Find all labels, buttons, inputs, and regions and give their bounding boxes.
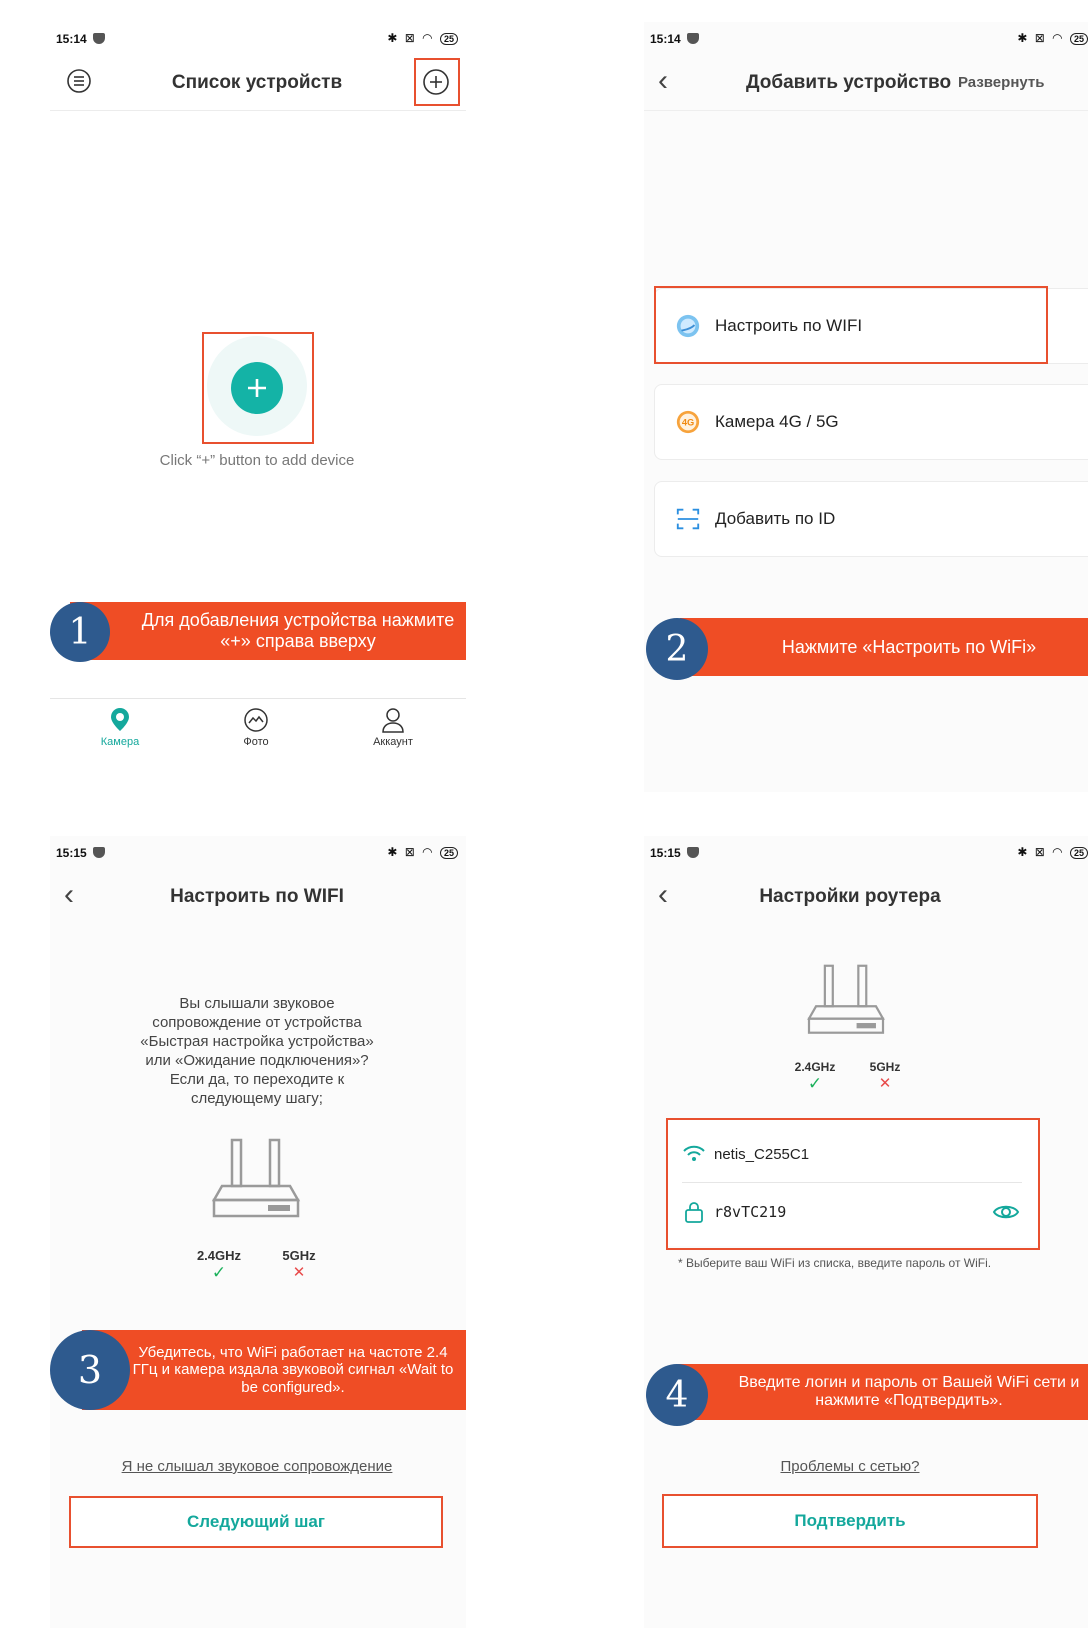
- tab-photo-label: Фото: [243, 736, 269, 748]
- step-badge: 4: [646, 1364, 708, 1426]
- network-problems-link[interactable]: Проблемы с сетью?: [704, 1458, 996, 1475]
- highlight-router-form: [666, 1118, 1040, 1250]
- screen-wifi-setup: 15:15 ✱ ⊠ ◠ 25 ‹ Настроить по WIFI Вы сл…: [50, 836, 466, 1628]
- svg-text:4G: 4G: [682, 418, 694, 428]
- cross-icon: ✕: [292, 1264, 306, 1281]
- step-banner: Нажмите «Настроить по WiFi»: [680, 618, 1088, 676]
- highlight-big-add: [202, 332, 314, 444]
- wifi-status-icon: ◠: [422, 845, 435, 859]
- battery-icon: 25: [1069, 33, 1088, 45]
- screen-device-list: 15:14 ✱ ⊠ ◠ 25 Список устройств Click “+…: [50, 22, 466, 792]
- cross-icon: ✕: [878, 1075, 892, 1092]
- option-add-by-id[interactable]: Добавить по ID: [654, 481, 1088, 557]
- page-title: Добавить устройство: [746, 72, 952, 93]
- header-divider: [50, 110, 466, 111]
- status-time: 15:14: [650, 32, 699, 46]
- status-time: 15:14: [56, 32, 105, 46]
- page-title: Настроить по WIFI: [170, 886, 344, 907]
- page-title: Настройки роутера: [759, 886, 941, 907]
- 4g-icon: 4G: [675, 409, 701, 435]
- screen-add-device: 15:14 ✱ ⊠ ◠ 25 ‹ Добавить устройство Раз…: [644, 22, 1088, 792]
- tab-photo[interactable]: Фото: [206, 706, 306, 748]
- highlight-wifi-option: [654, 286, 1048, 364]
- back-arrow-icon[interactable]: ‹: [64, 880, 74, 910]
- step-badge: 1: [50, 602, 110, 662]
- step-badge: 2: [646, 618, 708, 680]
- status-icons: ✱ ⊠ ◠ 25: [387, 845, 458, 859]
- battery-icon: 25: [439, 33, 458, 45]
- no-sound-link[interactable]: Я не слышал звуковое сопровождение: [80, 1458, 434, 1475]
- tabbar-divider: [50, 698, 466, 699]
- photo-icon: [244, 708, 268, 732]
- add-device-hint: Click “+” button to add device: [159, 452, 355, 469]
- screen-router-settings: 15:15 ✱ ⊠ ◠ 25 ‹ Настройки роутера 2.4GH…: [644, 836, 1088, 1628]
- page-title: Список устройств: [171, 72, 343, 93]
- header-divider: [644, 110, 1088, 111]
- wifi-status-icon: ◠: [1052, 31, 1065, 45]
- step-banner: Введите логин и пароль от Вашей WiFi сет…: [678, 1364, 1088, 1420]
- option-4g-camera[interactable]: 4G Камера 4G / 5G: [654, 384, 1088, 460]
- back-arrow-icon[interactable]: ‹: [658, 880, 668, 910]
- status-time: 15:15: [56, 846, 105, 860]
- user-icon: [382, 708, 404, 733]
- next-step-button[interactable]: Следующий шаг: [69, 1496, 443, 1548]
- status-icons: ✱ ⊠ ◠ 25: [1017, 31, 1088, 45]
- wifi-status-icon: ◠: [1052, 845, 1065, 859]
- router-note: * Выберите ваш WiFi из списка, введите п…: [678, 1256, 992, 1270]
- step-banner: Убедитесь, что WiFi работает на частоте …: [82, 1330, 466, 1410]
- highlight-add-button: [414, 58, 460, 106]
- check-icon: ✓: [211, 1263, 227, 1282]
- option-label: Камера 4G / 5G: [715, 412, 839, 431]
- expand-link[interactable]: Развернуть: [958, 74, 1044, 91]
- freq-2g: 2.4GHz ✓: [184, 1248, 254, 1283]
- tab-camera-label: Камера: [100, 736, 140, 748]
- tab-account[interactable]: Аккаунт: [343, 706, 443, 748]
- back-arrow-icon[interactable]: ‹: [658, 66, 668, 96]
- wifi-status-icon: ◠: [422, 31, 435, 45]
- freq-5g: 5GHz ✕: [264, 1248, 334, 1281]
- menu-icon[interactable]: [66, 68, 92, 94]
- check-icon: ✓: [807, 1074, 823, 1093]
- tab-account-label: Аккаунт: [373, 736, 413, 748]
- confirm-button[interactable]: Подтвердить: [662, 1494, 1038, 1548]
- status-icons: ✱ ⊠ ◠ 25: [1017, 845, 1088, 859]
- freq-5g: 5GHz ✕: [850, 1060, 920, 1092]
- router-icon: [210, 1138, 302, 1227]
- camera-pin-icon: [111, 708, 129, 731]
- tab-camera[interactable]: Камера: [70, 706, 170, 748]
- option-label: Добавить по ID: [715, 509, 836, 528]
- setup-description: Вы слышали звуковое сопровождение от уст…: [140, 995, 374, 1107]
- status-icons: ✱ ⊠ ◠ 25: [387, 31, 458, 45]
- step-banner: Для добавления устройства нажмите «+» сп…: [70, 602, 466, 660]
- router-icon: [804, 964, 888, 1043]
- step-badge: 3: [50, 1330, 130, 1410]
- battery-icon: 25: [1069, 847, 1088, 859]
- freq-2g: 2.4GHz ✓: [780, 1060, 850, 1094]
- battery-icon: 25: [439, 847, 458, 859]
- status-time: 15:15: [650, 846, 699, 860]
- scan-icon: [675, 506, 701, 532]
